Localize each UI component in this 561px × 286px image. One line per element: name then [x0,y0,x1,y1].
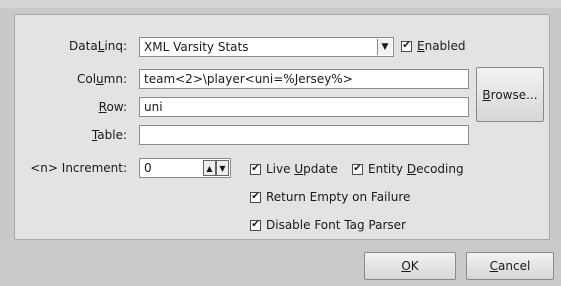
entity-decoding-label: Entity Decoding [368,162,464,176]
table-input[interactable] [139,125,469,145]
settings-panel: DataLinq: XML Varsity Stats ▼ ✔ Enabled … [14,14,550,240]
spin-down-icon[interactable]: ▼ [216,160,229,176]
live-update-checkbox[interactable]: ✔ Live Update [250,162,338,176]
datalinq-dropdown[interactable]: XML Varsity Stats ▼ [139,37,394,57]
dialog-footer: OK Cancel [0,240,561,286]
return-empty-checkbox[interactable]: ✔ Return Empty on Failure [250,190,410,204]
return-empty-label: Return Empty on Failure [266,190,411,204]
enabled-label: Enabled [417,39,466,53]
spin-buttons: ▲ ▼ [203,160,229,176]
increment-label: <n> Increment: [30,161,127,175]
check-icon: ✔ [250,191,261,203]
ok-button[interactable]: OK [364,252,456,280]
check-icon: ✔ [250,219,261,231]
browse-button[interactable]: Browse... [476,67,544,122]
disable-font-parser-label: Disable Font Tag Parser [266,218,406,232]
check-icon: ✔ [401,40,412,52]
check-icon: ✔ [250,163,261,175]
row-input[interactable]: uni [139,97,469,117]
row-label: Row: [98,100,127,114]
cancel-button[interactable]: Cancel [466,252,554,280]
disable-font-parser-checkbox[interactable]: ✔ Disable Font Tag Parser [250,218,406,232]
entity-decoding-checkbox[interactable]: ✔ Entity Decoding [352,162,464,176]
chevron-down-icon[interactable]: ▼ [377,39,392,55]
column-input[interactable]: team<2>\player<uni=%Jersey%> [139,69,469,89]
datalinq-label: DataLinq: [69,39,127,53]
increment-value: 0 [144,161,152,175]
column-label: Column: [76,72,127,86]
increment-stepper[interactable]: 0 ▲ ▼ [139,158,231,178]
live-update-label: Live Update [266,162,338,176]
table-label: Table: [91,128,127,142]
top-strip [0,0,561,8]
spin-up-icon[interactable]: ▲ [203,160,216,176]
datalinq-value: XML Varsity Stats [144,40,249,54]
check-icon: ✔ [352,163,363,175]
enabled-checkbox[interactable]: ✔ Enabled [401,39,466,53]
